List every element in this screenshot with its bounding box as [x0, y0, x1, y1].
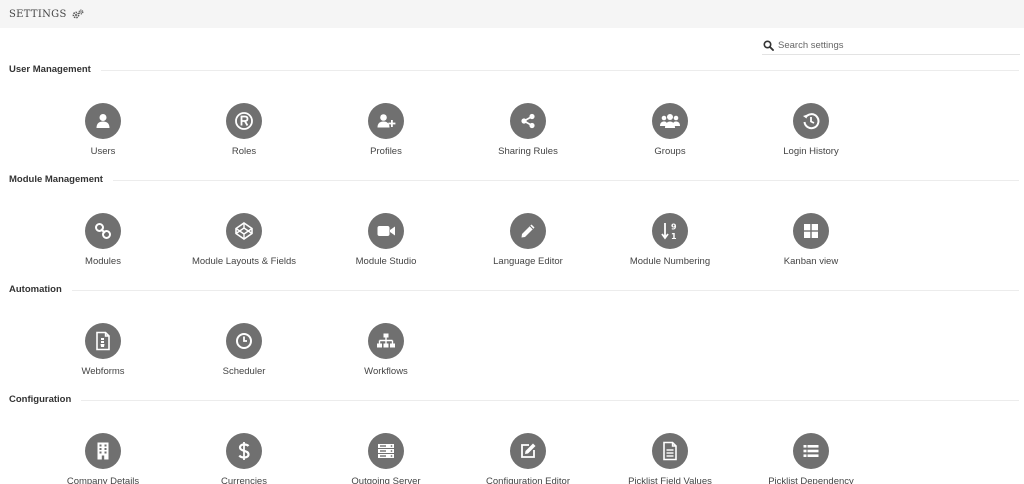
search-input[interactable] — [778, 40, 1008, 51]
section-title: Module Management — [9, 173, 113, 187]
dollar-icon — [226, 433, 262, 469]
video-camera-icon — [368, 213, 404, 249]
clock-icon — [226, 323, 262, 359]
grid-icon — [793, 213, 829, 249]
search-bar — [762, 37, 1020, 55]
file-code-icon — [85, 323, 121, 359]
search-icon — [762, 40, 774, 52]
tile-groups[interactable]: Groups — [600, 103, 740, 157]
tile-profiles[interactable]: Profiles — [316, 103, 456, 157]
tile-label: Webforms — [81, 366, 125, 377]
registered-icon — [226, 103, 262, 139]
tile-label: Language Editor — [493, 256, 563, 267]
tile-kanban-view[interactable]: Kanban view — [741, 213, 881, 267]
history-icon — [793, 103, 829, 139]
codepen-icon — [226, 213, 262, 249]
tile-label: Profiles — [370, 146, 402, 157]
list-icon — [793, 433, 829, 469]
section-title: Configuration — [9, 393, 82, 407]
section-module-management: Module Management Modules Module Layouts… — [0, 173, 1024, 273]
tile-language-editor[interactable]: Language Editor — [458, 213, 598, 267]
section-automation: Automation Webforms Scheduler Workflows — [0, 283, 1024, 383]
file-text-icon — [652, 433, 688, 469]
section-divider — [9, 290, 1019, 291]
tile-label: Kanban view — [783, 256, 839, 267]
tile-label: Picklist Field Values — [628, 476, 712, 484]
sort-numeric-icon: 91 — [652, 213, 688, 249]
tile-currencies[interactable]: Currencies — [174, 433, 314, 484]
tile-module-studio[interactable]: Module Studio — [316, 213, 456, 267]
edit-icon — [510, 433, 546, 469]
section-title: User Management — [9, 63, 101, 77]
link-icon — [85, 213, 121, 249]
svg-text:9: 9 — [671, 223, 677, 232]
tile-label: Workflows — [364, 366, 408, 377]
tile-label: Outgoing Server — [351, 476, 421, 484]
share-icon — [510, 103, 546, 139]
users-group-icon — [652, 103, 688, 139]
tile-configuration-editor[interactable]: Configuration Editor — [458, 433, 598, 484]
user-plus-icon — [368, 103, 404, 139]
section-title: Automation — [9, 283, 72, 297]
tile-label: Sharing Rules — [498, 146, 558, 157]
tile-label: Module Studio — [355, 256, 417, 267]
tile-label: Users — [90, 146, 116, 157]
pencil-icon — [510, 213, 546, 249]
section-divider — [9, 180, 1019, 181]
tile-picklist-dependency[interactable]: Picklist Dependency — [741, 433, 881, 484]
tile-login-history[interactable]: Login History — [741, 103, 881, 157]
svg-text:1: 1 — [671, 232, 677, 241]
user-icon — [85, 103, 121, 139]
tile-label: Module Layouts & Fields — [191, 256, 297, 267]
tile-modules[interactable]: Modules — [33, 213, 173, 267]
tile-scheduler[interactable]: Scheduler — [174, 323, 314, 377]
sitemap-icon — [368, 323, 404, 359]
tile-label: Configuration Editor — [486, 476, 570, 484]
tile-label: Groups — [654, 146, 686, 157]
tile-label: Currencies — [221, 476, 267, 484]
tile-company-details[interactable]: Company Details — [33, 433, 173, 484]
tile-webforms[interactable]: Webforms — [33, 323, 173, 377]
tile-roles[interactable]: Roles — [174, 103, 314, 157]
tile-outgoing-server[interactable]: Outgoing Server — [316, 433, 456, 484]
page-title: SETTINGS — [9, 8, 67, 20]
tile-label: Scheduler — [222, 366, 266, 377]
top-bar: SETTINGS — [0, 0, 1024, 28]
section-user-management: User Management Users Roles Profiles Sha… — [0, 63, 1024, 163]
tile-label: Roles — [231, 146, 257, 157]
section-divider — [9, 70, 1019, 71]
building-icon — [85, 433, 121, 469]
tile-module-layouts-fields[interactable]: Module Layouts & Fields — [174, 213, 314, 267]
gears-icon — [72, 9, 84, 19]
server-icon — [368, 433, 404, 469]
tile-module-numbering[interactable]: 91 Module Numbering — [600, 213, 740, 267]
tile-users[interactable]: Users — [33, 103, 173, 157]
tile-label: Module Numbering — [629, 256, 711, 267]
tile-label: Picklist Dependency — [768, 476, 854, 484]
section-configuration: Configuration Company Details Currencies… — [0, 393, 1024, 484]
tile-label: Modules — [85, 256, 121, 267]
tile-picklist-field-values[interactable]: Picklist Field Values — [600, 433, 740, 484]
tile-sharing-rules[interactable]: Sharing Rules — [458, 103, 598, 157]
tile-workflows[interactable]: Workflows — [316, 323, 456, 377]
tile-label: Login History — [783, 146, 839, 157]
tile-label: Company Details — [66, 476, 140, 484]
section-divider — [9, 400, 1019, 401]
